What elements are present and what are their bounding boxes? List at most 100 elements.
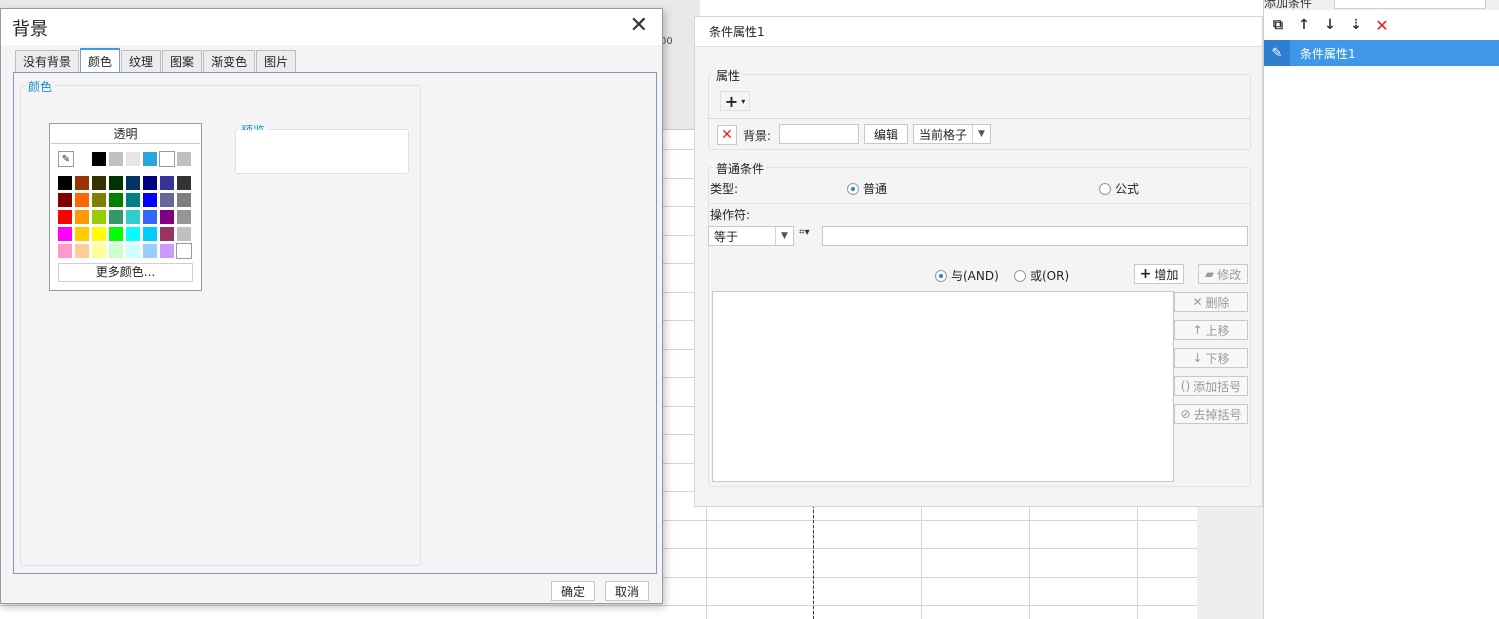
modify-condition-button[interactable]: ▰ 修改 — [1198, 264, 1248, 284]
copy-icon[interactable]: ⧉ — [1270, 17, 1286, 33]
color-swatch[interactable] — [176, 192, 192, 208]
color-swatch[interactable] — [108, 192, 124, 208]
color-swatch[interactable] — [91, 175, 107, 191]
radio-normal[interactable]: 普通 — [847, 180, 887, 197]
more-colors-button[interactable]: 更多颜色... — [58, 263, 193, 282]
move-down-button[interactable]: ↓ 下移 — [1174, 348, 1248, 368]
color-swatch[interactable] — [176, 209, 192, 225]
ok-button[interactable]: 确定 — [551, 581, 595, 601]
transparent-option[interactable]: 透明 — [51, 125, 200, 144]
eyedropper-icon[interactable]: ✎ — [58, 151, 74, 167]
color-swatch[interactable] — [125, 192, 141, 208]
attributes-group-title: 属性 — [713, 67, 744, 84]
radio-and[interactable]: 与(AND) — [935, 267, 999, 284]
color-swatch[interactable] — [176, 226, 192, 242]
arrow-down-icon[interactable]: ↓ — [1322, 17, 1338, 33]
color-swatch[interactable] — [91, 243, 107, 259]
remove-attribute-button[interactable]: ✕ — [717, 125, 737, 145]
type-label: 类型: — [710, 182, 739, 196]
color-swatch[interactable] — [57, 243, 73, 259]
color-swatch[interactable] — [74, 192, 90, 208]
color-swatch[interactable] — [142, 175, 158, 191]
color-swatch[interactable] — [125, 226, 141, 242]
arrow-up-icon[interactable]: ↑ — [1296, 17, 1312, 33]
cancel-button[interactable]: 取消 — [605, 581, 649, 601]
color-swatch[interactable] — [142, 192, 158, 208]
sort-down-icon[interactable]: ⇣ — [1348, 17, 1364, 33]
recent-color-swatch[interactable] — [142, 151, 158, 167]
color-swatch[interactable] — [159, 192, 175, 208]
radio-normal-label: 普通 — [863, 182, 888, 196]
dialog-body: 颜色 透明 ✎ 更多颜色... 预览 — [13, 72, 657, 574]
tab-pattern[interactable]: 图案 — [162, 50, 203, 72]
edit-button[interactable]: 编辑 — [864, 124, 908, 144]
delete-x-icon[interactable]: ✕ — [1374, 16, 1390, 35]
tab-texture[interactable]: 纹理 — [121, 50, 162, 72]
color-swatch[interactable] — [57, 226, 73, 242]
operator-select[interactable]: 等于 ▼ — [708, 226, 794, 246]
color-swatch[interactable] — [74, 243, 90, 259]
color-swatch[interactable] — [125, 209, 141, 225]
close-icon[interactable]: ✕ — [630, 15, 648, 37]
color-swatch[interactable] — [91, 226, 107, 242]
condition-properties-panel: 条件属性1 属性 + ▾ ✕ 背景: 编辑 当前格子 ▼ 普通条件 类型: 普通… — [694, 16, 1263, 507]
recent-color-swatch[interactable] — [159, 151, 175, 167]
color-swatch[interactable] — [91, 209, 107, 225]
add-bracket-button[interactable]: () 添加括号 — [1174, 376, 1248, 396]
add-condition-button[interactable] — [1334, 0, 1486, 9]
add-attribute-button[interactable]: + ▾ — [720, 91, 750, 111]
color-swatch[interactable] — [159, 175, 175, 191]
preview-group: 预览 — [235, 122, 409, 174]
add-button-label: 增加 — [1154, 267, 1179, 282]
color-swatch[interactable] — [159, 226, 175, 242]
recent-color-swatch[interactable] — [125, 151, 141, 167]
radio-or[interactable]: 或(OR) — [1014, 267, 1069, 284]
move-up-button[interactable]: ↑ 上移 — [1174, 320, 1248, 340]
color-swatch[interactable] — [91, 192, 107, 208]
plus-icon: + — [1139, 266, 1152, 282]
recent-color-swatch[interactable] — [176, 151, 192, 167]
color-swatch[interactable] — [159, 209, 175, 225]
value-type-icon[interactable]: ⌗▾ — [799, 227, 819, 245]
scope-select[interactable]: 当前格子 ▼ — [913, 124, 991, 144]
color-swatch[interactable] — [74, 209, 90, 225]
color-swatch[interactable] — [108, 226, 124, 242]
condition-list-panel: 添加条件 ⧉ ↑ ↓ ⇣ ✕ ✎ 条件属性1 — [1263, 0, 1499, 619]
add-condition-button[interactable]: + 增加 — [1134, 264, 1184, 284]
color-swatch[interactable] — [142, 243, 158, 259]
recent-color-swatch[interactable] — [108, 151, 124, 167]
condition-list-item[interactable]: ✎ 条件属性1 — [1264, 40, 1499, 66]
condition-list[interactable] — [712, 291, 1174, 482]
recent-color-swatch[interactable] — [91, 151, 107, 167]
color-swatch[interactable] — [159, 243, 175, 259]
radio-formula[interactable]: 公式 — [1099, 180, 1139, 197]
operator-label: 操作符: — [710, 208, 751, 222]
background-preview-field[interactable] — [779, 124, 859, 144]
tab-no-background[interactable]: 没有背景 — [15, 50, 80, 72]
tab-image[interactable]: 图片 — [256, 50, 297, 72]
tab-gradient[interactable]: 渐变色 — [203, 50, 256, 72]
color-swatch[interactable] — [176, 175, 192, 191]
color-swatch[interactable] — [176, 243, 192, 259]
color-swatch[interactable] — [142, 209, 158, 225]
color-swatch[interactable] — [125, 243, 141, 259]
remove-bracket-button[interactable]: ⊘ 去掉括号 — [1174, 404, 1248, 424]
color-swatch[interactable] — [125, 175, 141, 191]
radio-dot — [1099, 182, 1111, 195]
color-swatch[interactable] — [108, 243, 124, 259]
tab-color[interactable]: 颜色 — [80, 48, 121, 72]
brackets-icon: () — [1180, 379, 1191, 393]
condition-value-input[interactable] — [822, 226, 1248, 246]
color-swatch[interactable] — [74, 226, 90, 242]
color-swatch[interactable] — [57, 209, 73, 225]
color-swatch[interactable] — [57, 192, 73, 208]
delete-x-icon: ✕ — [721, 127, 733, 143]
color-palette: 透明 ✎ 更多颜色... — [49, 123, 202, 291]
chevron-down-icon: ▼ — [775, 227, 793, 245]
color-swatch[interactable] — [74, 175, 90, 191]
color-swatch[interactable] — [108, 175, 124, 191]
color-swatch[interactable] — [108, 209, 124, 225]
color-swatch[interactable] — [142, 226, 158, 242]
delete-button[interactable]: ✕ 删除 — [1174, 292, 1248, 312]
color-swatch[interactable] — [57, 175, 73, 191]
